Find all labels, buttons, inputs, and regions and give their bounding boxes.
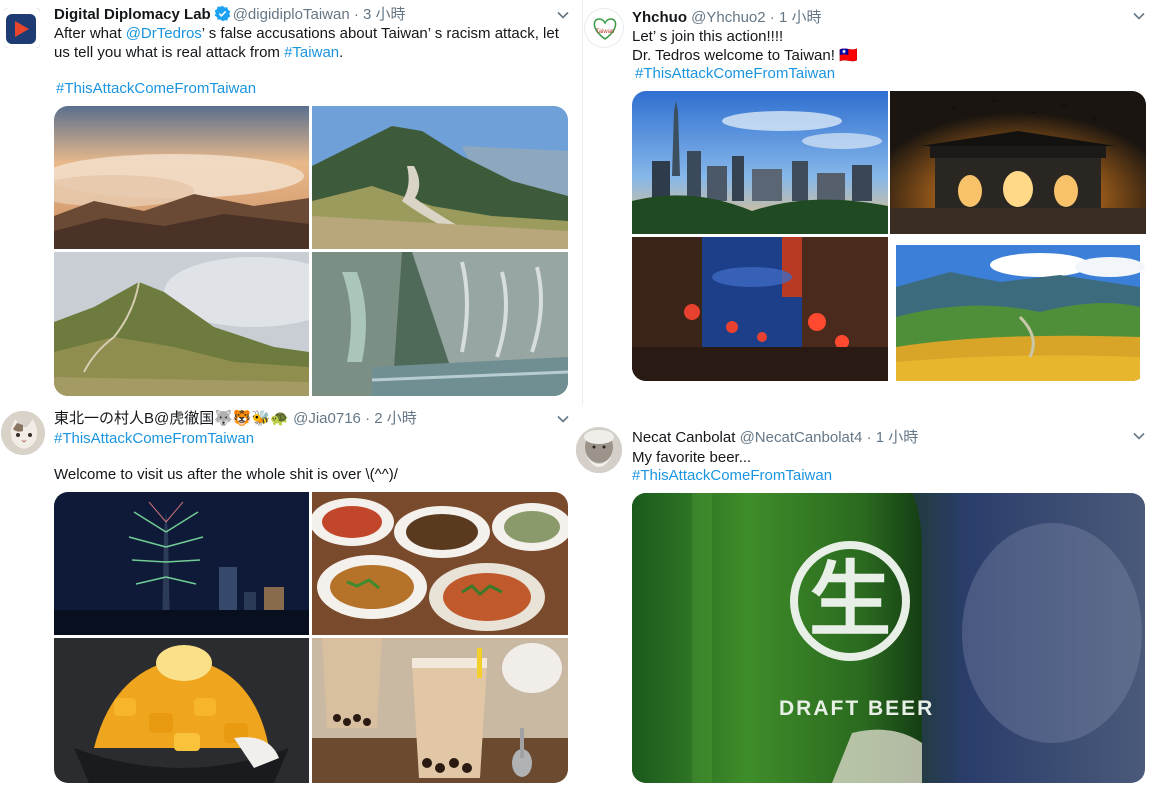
photo-daylily-hills[interactable] xyxy=(890,237,1146,381)
tweet-text-line: Dr. Tedros welcome to Taiwan! 🇹🇼 xyxy=(632,47,858,64)
photo-taipei-skyline[interactable] xyxy=(632,91,888,234)
tweet-header: Necat Canbolat @NecatCanbolat4 · 1 小時 xyxy=(632,429,918,447)
hashtag-link[interactable]: #Taiwan xyxy=(284,44,339,61)
photo-marble-gorge[interactable] xyxy=(312,252,568,396)
tweet-necat-canbolat[interactable]: Necat Canbolat @NecatCanbolat4 · 1 小時 My… xyxy=(576,405,1152,792)
avatar[interactable] xyxy=(576,427,622,473)
avatar[interactable] xyxy=(4,8,40,48)
tweet-jia0716[interactable]: 東北一の村人B@虎徹国🐺🐯🐝🐢 @Jia0716 · 2 小時 #ThisAtt… xyxy=(0,405,580,792)
photo-taipei-101-fireworks[interactable] xyxy=(54,492,309,635)
photo-taiwanese-dishes[interactable] xyxy=(312,492,568,635)
tweet-header: Yhchuo @Yhchuo2 · 1 小時 xyxy=(632,9,821,27)
timestamp[interactable]: 1 小時 xyxy=(779,9,822,26)
photo-sea-of-clouds[interactable] xyxy=(54,106,309,249)
media-grid xyxy=(632,91,1146,381)
avatar-logo-text: Taiwan xyxy=(596,29,615,35)
timestamp[interactable]: 2 小時 xyxy=(374,410,417,427)
avatar[interactable]: Taiwan xyxy=(584,8,624,48)
user-handle[interactable]: @NecatCanbolat4 xyxy=(740,429,863,446)
photo-mango-shaved-ice[interactable] xyxy=(54,638,309,783)
avatar[interactable] xyxy=(1,411,45,455)
tweet-text-part: After what xyxy=(54,25,126,42)
tweet-text: Welcome to visit us after the whole shit… xyxy=(54,466,398,483)
mention-link[interactable]: @DrTedros xyxy=(126,25,202,42)
timestamp[interactable]: 3 小時 xyxy=(363,6,406,23)
media-grid xyxy=(54,492,568,783)
display-name[interactable]: Digital Diplomacy Lab xyxy=(54,6,211,23)
photo-memorial-gate[interactable] xyxy=(890,91,1146,234)
beer-label-text: DRAFT BEER xyxy=(779,697,935,720)
tweet-yhchuo[interactable]: Taiwan Yhchuo @Yhchuo2 · 1 小時 Let’ s joi… xyxy=(584,0,1152,405)
photo-bubble-milk-tea[interactable] xyxy=(312,638,568,783)
chevron-down-icon[interactable] xyxy=(1131,428,1147,444)
tweet-text: My favorite beer... xyxy=(632,449,752,466)
user-handle[interactable]: @digidiploTaiwan xyxy=(233,6,350,23)
user-handle[interactable]: @Yhchuo2 xyxy=(691,9,765,26)
photo-grassy-ridge[interactable] xyxy=(54,252,309,396)
display-name[interactable]: 東北一の村人B@虎徹国🐺🐯🐝🐢 xyxy=(54,410,289,427)
user-handle[interactable]: @Jia0716 xyxy=(293,410,361,427)
man-portrait-avatar-icon xyxy=(576,427,622,473)
tweet-text-part: . xyxy=(339,44,344,61)
verified-badge-icon xyxy=(214,5,230,22)
media-single-image: 生 DRAFT BEER xyxy=(632,493,1145,783)
hashtag-link[interactable]: #ThisAttackComeFromTaiwan xyxy=(54,429,254,448)
hashtag-link[interactable]: #ThisAttackComeFromTaiwan xyxy=(635,64,835,83)
digital-diplomacy-logo-icon xyxy=(4,8,40,48)
tweet-header: Digital Diplomacy Lab @digidiploTaiwan · … xyxy=(54,5,406,24)
chevron-down-icon[interactable] xyxy=(1131,8,1147,24)
photo-mountain-road[interactable] xyxy=(312,106,568,249)
display-name[interactable]: Yhchuo xyxy=(632,9,687,26)
photo-draft-beer-bottle[interactable]: 生 DRAFT BEER xyxy=(632,493,1145,783)
separator-dot: · xyxy=(769,9,775,26)
tweet-text: After what @DrTedros’ s false accusation… xyxy=(54,24,574,62)
hashtag-link[interactable]: #ThisAttackComeFromTaiwan xyxy=(632,466,832,485)
tweet-text-part: ’ s false accusations about Taiwan’ s ra… xyxy=(201,25,559,42)
photo-jiufen-lanterns[interactable] xyxy=(632,237,888,381)
timestamp[interactable]: 1 小時 xyxy=(876,429,919,446)
tweet-header: 東北一の村人B@虎徹国🐺🐯🐝🐢 @Jia0716 · 2 小時 xyxy=(54,410,417,428)
media-grid xyxy=(54,106,568,396)
tweet-digital-diplomacy-lab[interactable]: Digital Diplomacy Lab @digidiploTaiwan · … xyxy=(0,0,580,405)
separator-dot: · xyxy=(365,410,371,427)
tweet-text-line: Let’ s join this action!!!! xyxy=(632,28,784,45)
separator-dot: · xyxy=(866,429,872,446)
chevron-down-icon[interactable] xyxy=(555,7,571,23)
cat-avatar-icon xyxy=(1,411,45,455)
tweet-text: Let’ s join this action!!!! Dr. Tedros w… xyxy=(632,27,1132,65)
beer-logo-char: 生 xyxy=(790,541,910,661)
taiwan-heart-logo-icon: Taiwan xyxy=(593,18,617,40)
tweet-text-part: us tell you what is real attack from xyxy=(54,44,285,61)
hashtag-link[interactable]: #ThisAttackComeFromTaiwan xyxy=(56,79,256,98)
column-divider xyxy=(582,0,583,405)
display-name[interactable]: Necat Canbolat xyxy=(632,429,735,446)
chevron-down-icon[interactable] xyxy=(555,411,571,427)
separator-dot: · xyxy=(353,6,359,23)
